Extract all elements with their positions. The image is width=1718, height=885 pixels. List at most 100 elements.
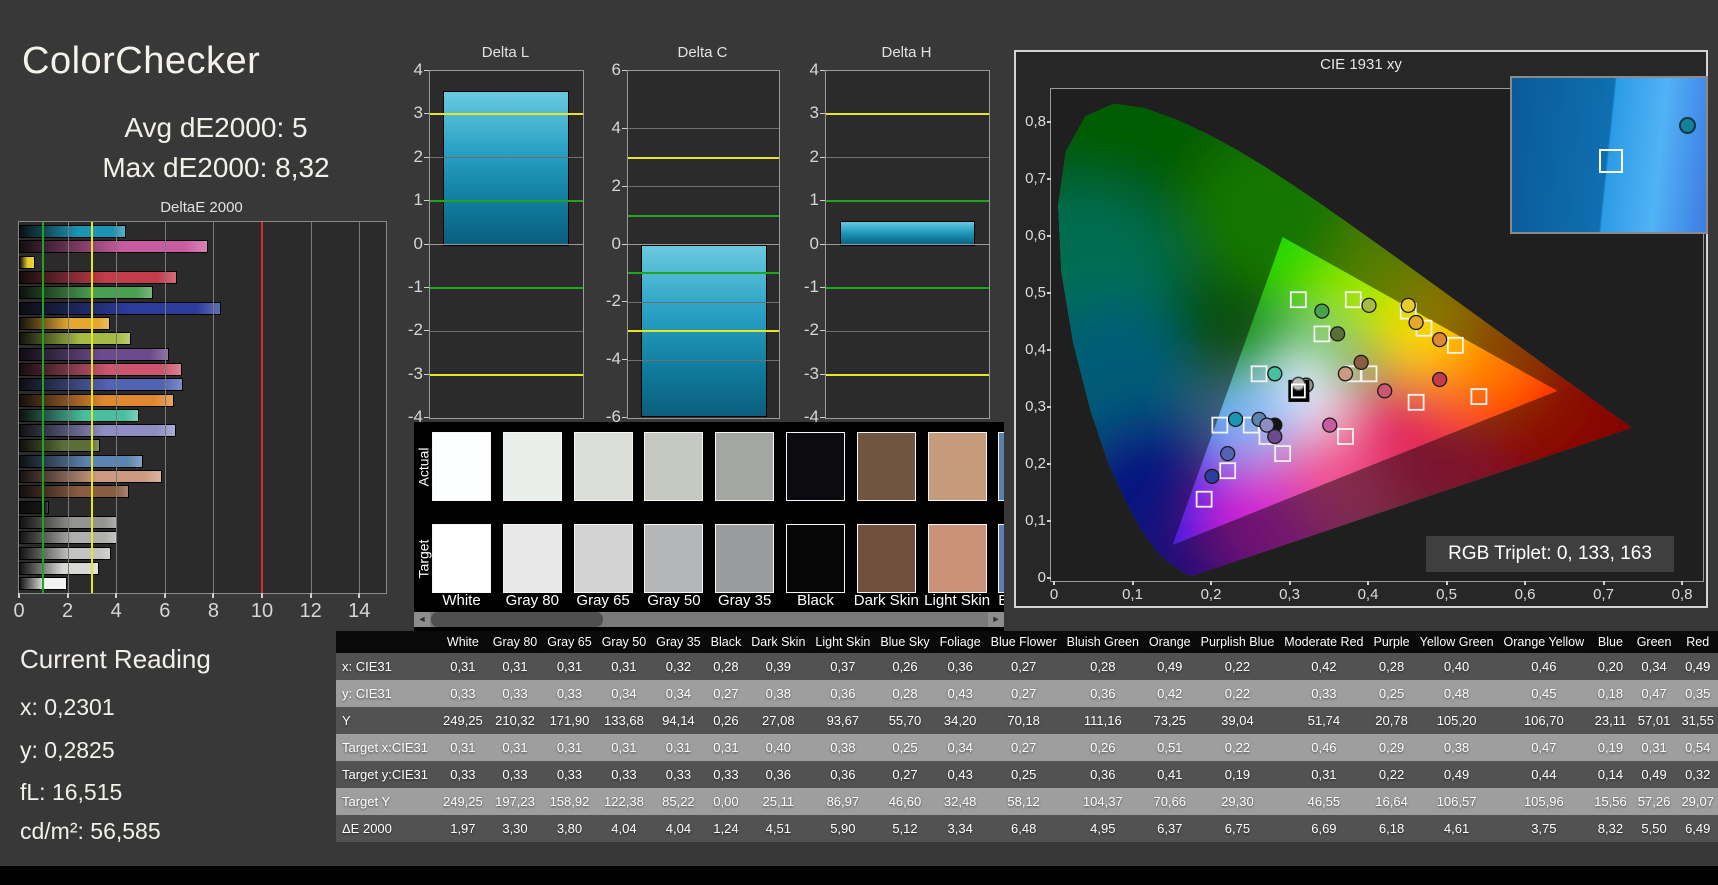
table-cell: 0,26 [1090, 740, 1116, 755]
cie-measured-point [1408, 314, 1424, 331]
delta_l-line-2 [430, 157, 583, 159]
delta_l-ytick [424, 113, 429, 115]
max-de2000-readout: Max dE2000: 8,32 [102, 152, 330, 183]
deltae-axis-tick [358, 593, 361, 598]
delta_l-line--2 [430, 330, 583, 332]
table-row-ty: Target y:CIE31 0,33 0,33 0,33 0,33 0,33 0,33 0,… [336, 761, 1718, 788]
cie-measured-point [1431, 331, 1448, 348]
table-cell: 93,67 [826, 713, 860, 728]
delta_h-ylabel--2: -2 [803, 320, 819, 340]
cie-y-tick [1047, 406, 1051, 408]
delta_l-ytick [424, 417, 429, 418]
deltae-bar-cyan [19, 225, 127, 238]
actual-swatch-blue-sky [998, 432, 1004, 501]
cie-y-label-0,4: 0,4 [1025, 341, 1046, 358]
delta_c-title: Delta C [677, 44, 728, 61]
actual-swatch-dark-skin [856, 432, 916, 501]
table-corner-cell [336, 631, 438, 653]
table-cell: 0,32 [1685, 767, 1711, 782]
gridline-2 [67, 222, 69, 593]
table-cell: 1,97 [450, 821, 476, 836]
table-cell: 0,38 [830, 740, 856, 755]
table-row-label: Target Y [342, 794, 391, 809]
swatch-panel: Actual Target White Gray 80 Gray 65 Gray 50… [414, 422, 1004, 632]
deltae-bar-blue-sky [19, 454, 144, 468]
table-cell: 0,27 [892, 767, 918, 782]
table-cell: 0,22 [1224, 659, 1251, 674]
table-cell: 29,30 [1221, 794, 1254, 809]
cie-chart-title: CIE 1931 xy [1320, 56, 1402, 73]
scroll-left-arrow-icon[interactable]: ◄ [414, 612, 430, 627]
delta_h-ylabel-3: 3 [809, 103, 819, 123]
scroll-right-arrow-icon[interactable]: ► [988, 612, 1004, 627]
table-cell: 5,12 [892, 821, 918, 836]
table-cell: 0,34 [947, 740, 973, 755]
table-row-x: x: CIE31 0,31 0,31 0,31 0,31 0,32 0,28 0,39 0,37… [336, 653, 1718, 680]
table-cell: 0,43 [947, 686, 973, 701]
delta_h-ytick [820, 286, 825, 288]
swatch-label: Blue Sky [998, 592, 1004, 609]
table-row-label: Target y:CIE31 [342, 767, 428, 782]
table-cell: 0,27 [1011, 686, 1037, 701]
table-cell: 3,30 [502, 821, 528, 836]
deltae-bar-black [19, 500, 50, 514]
table-cell: 0,25 [1378, 686, 1405, 701]
cie-measured-point [1377, 383, 1393, 399]
current-reading-fl: fL: 16,515 [20, 779, 123, 805]
table-cell: 0,40 [1443, 659, 1470, 674]
delta_l-ylabel-0: 0 [413, 233, 423, 253]
cie-y-tick [1047, 178, 1051, 180]
delta_h-ylabel-1: 1 [809, 190, 819, 210]
delta_h-ylabel-2: 2 [809, 146, 819, 166]
deltae2000-chart [18, 221, 387, 594]
table-cell: 249,25 [443, 713, 483, 728]
cie-y-label-0,1: 0,1 [1025, 512, 1046, 529]
deltae-axis-tick [115, 593, 118, 598]
delta_l-ytick [424, 286, 429, 288]
table-cell: 0,48 [1443, 686, 1470, 701]
table-cell: 29,07 [1681, 794, 1714, 809]
swatch-scrollbar[interactable]: ◄ ► [414, 612, 1004, 627]
cie-x-tick [1131, 581, 1134, 585]
delta_l-ylabel-3: 3 [413, 103, 423, 123]
table-cell: 3,34 [947, 821, 973, 836]
table-cell: 16,64 [1375, 794, 1408, 809]
delta_c-line-1 [628, 214, 779, 217]
table-cell: 0,33 [502, 686, 528, 701]
cie-x-tick [1524, 581, 1526, 585]
table-cell: 15,56 [1594, 794, 1627, 809]
table-cell: 133,68 [604, 713, 644, 728]
table-cell: 0,19 [1597, 740, 1624, 755]
target-swatch-gray-35 [715, 524, 775, 593]
table-cell: 0,33 [502, 767, 528, 782]
delta_l-ylabel--1: -1 [407, 276, 423, 296]
table-col-header-blue-flower: Blue Flower [985, 631, 1062, 653]
deltae-axis-label-12: 12 [299, 600, 322, 622]
inset-measured-dot [1678, 116, 1696, 134]
deltae-axis-label-2: 2 [62, 600, 74, 622]
table-cell: 6,69 [1311, 821, 1337, 836]
table-cell: 111,16 [1083, 713, 1122, 728]
cie-y-label-0: 0 [1037, 569, 1046, 586]
table-cell: 0,45 [1531, 686, 1557, 701]
table-cell: 0,26 [892, 659, 918, 674]
table-cell: 5,50 [1641, 821, 1667, 836]
table-cell: 106,57 [1436, 794, 1477, 809]
table-cell: 158,92 [549, 794, 590, 809]
delta_h-ylabel-0: 0 [809, 233, 819, 253]
deltae-axis-label-6: 6 [159, 600, 171, 622]
table-cell: 5,90 [830, 821, 856, 836]
delta_l-ylabel-4: 4 [413, 60, 423, 79]
table-col-header-white: White [438, 631, 488, 653]
table-row-label: Y [342, 713, 351, 728]
table-row-label: ΔE 2000 [342, 821, 392, 836]
table-col-header-blue: Blue [1589, 631, 1632, 653]
table-cell: 6,48 [1011, 821, 1037, 836]
table-cell: 0,33 [713, 767, 739, 782]
cie-zoom-inset [1510, 76, 1708, 234]
cie-y-label-0,6: 0,6 [1025, 227, 1046, 244]
table-cell: 0,31 [713, 740, 739, 755]
actual-swatch-white [432, 432, 491, 501]
reference-line [261, 222, 264, 593]
scrollbar-thumb[interactable] [431, 612, 603, 627]
